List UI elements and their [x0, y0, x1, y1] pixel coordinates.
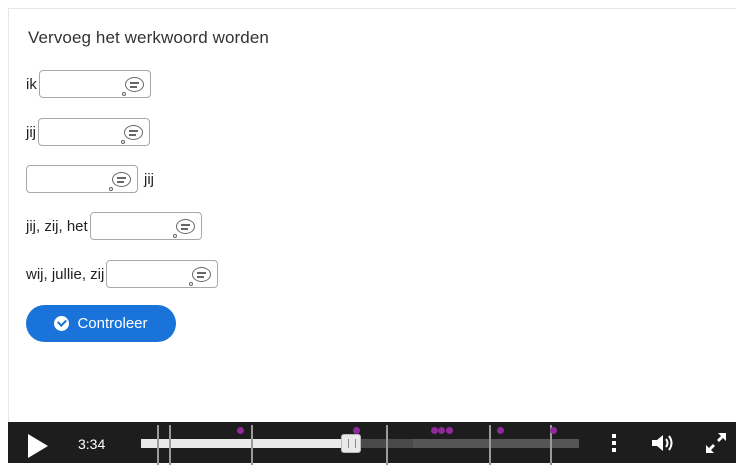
- blank-jij-inverted[interactable]: [26, 165, 138, 193]
- speech-bubble-icon[interactable]: [109, 172, 131, 191]
- speech-bubble-icon[interactable]: [121, 77, 144, 96]
- check-circle-icon: [54, 316, 70, 331]
- blank-ik[interactable]: [38, 70, 151, 98]
- row-jij-zij-het: jij, zij, het: [26, 212, 206, 240]
- check-button[interactable]: Controleer: [26, 305, 176, 342]
- row-jij-inverted: jij: [26, 165, 154, 193]
- interaction-dot[interactable]: [446, 427, 453, 434]
- played-range: [141, 439, 352, 448]
- interaction-marker[interactable]: [169, 425, 171, 465]
- check-button-label: Controleer: [77, 315, 148, 332]
- row-label: jij: [144, 170, 154, 188]
- interaction-marker[interactable]: [489, 425, 491, 465]
- interaction-marker[interactable]: [251, 425, 253, 465]
- interaction-dot[interactable]: [438, 427, 445, 434]
- volume-icon[interactable]: [651, 434, 677, 452]
- row-label: jij, zij, het: [26, 217, 88, 235]
- interaction-marker[interactable]: [386, 425, 388, 465]
- seek-handle[interactable]: [341, 434, 362, 453]
- row-label: jij: [26, 123, 36, 141]
- seek-bar[interactable]: [141, 425, 579, 465]
- row-label: wij, jullie, zij: [26, 265, 105, 283]
- exercise-title: Vervoeg het werkwoord worden: [28, 28, 269, 47]
- row-label: ik: [26, 75, 37, 93]
- blank-jij[interactable]: [38, 118, 150, 146]
- more-vert-icon[interactable]: [612, 434, 616, 452]
- interaction-dot[interactable]: [431, 427, 438, 434]
- interaction-dot[interactable]: [497, 427, 504, 434]
- fullscreen-icon[interactable]: [705, 432, 727, 454]
- play-icon[interactable]: [28, 434, 48, 458]
- row-jij: jij: [26, 118, 154, 146]
- blank-jij-zij-het[interactable]: [89, 212, 202, 240]
- interaction-dot[interactable]: [353, 427, 360, 434]
- speech-bubble-icon[interactable]: [172, 219, 195, 238]
- interaction-dot[interactable]: [237, 427, 244, 434]
- row-wij-jullie-zij: wij, jullie, zij: [26, 260, 222, 288]
- speech-bubble-icon[interactable]: [121, 125, 143, 144]
- interaction-marker[interactable]: [157, 425, 159, 465]
- current-time: 3:34: [78, 436, 106, 452]
- interaction-dot[interactable]: [550, 427, 557, 434]
- blank-wij-jullie-zij[interactable]: [106, 260, 219, 288]
- row-ik: ik: [26, 70, 155, 98]
- video-controls: 3:34: [8, 422, 736, 465]
